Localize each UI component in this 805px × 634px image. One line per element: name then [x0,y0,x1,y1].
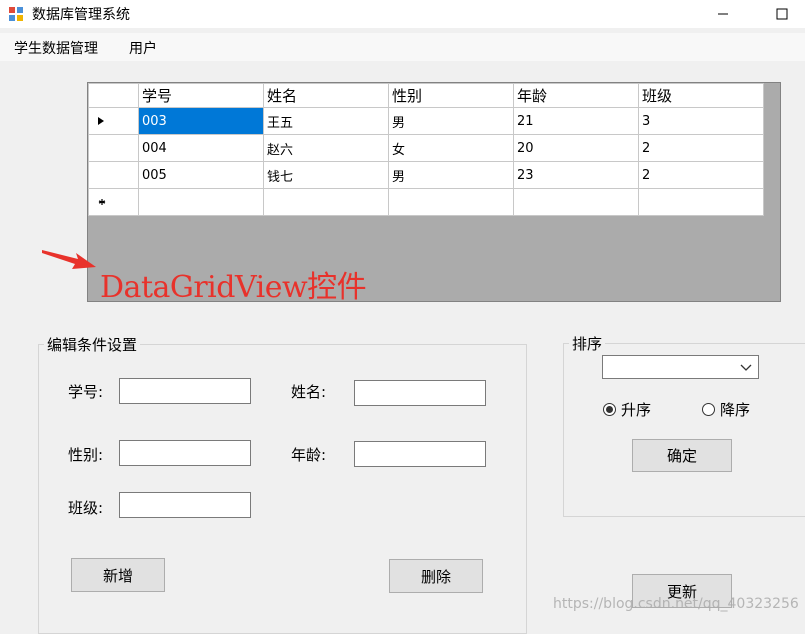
gender-label: 性别: [68,446,104,464]
corner-header [88,83,139,108]
watermark: https://blog.csdn.net/qq_40323256 [553,596,799,612]
title-bar: 数据库管理系统 [0,0,805,28]
sort-asc-label: 升序 [621,401,652,419]
confirm-sort-label: 确定 [666,447,697,465]
current-row-arrow-icon [98,117,104,125]
name-input[interactable] [354,380,486,406]
sort-field-select[interactable] [602,355,759,379]
table-row[interactable]: 004 赵六 女 20 2 [88,134,764,162]
table-cell[interactable]: 003 [138,107,264,135]
menu-student-data[interactable]: 学生数据管理 [14,38,98,58]
menu-bar: 学生数据管理 用户 [0,33,805,61]
column-header-id[interactable]: 学号 [138,83,264,108]
table-cell[interactable]: 3 [638,107,764,135]
minimize-icon [718,13,728,15]
row-header[interactable] [88,134,139,162]
row-header[interactable] [88,107,139,135]
table-cell[interactable]: 004 [138,134,264,162]
app-icon [9,7,23,21]
id-input[interactable] [119,378,251,404]
table-row[interactable]: 003 王五 男 21 3 [88,107,764,135]
class-input[interactable] [119,492,251,518]
table-cell[interactable] [388,188,514,216]
table-cell[interactable]: 男 [388,161,514,189]
column-header-name[interactable]: 姓名 [263,83,389,108]
table-cell[interactable]: 王五 [263,107,389,135]
maximize-button[interactable] [759,0,805,28]
sort-desc-radio[interactable]: 降序 [702,399,750,420]
table-cell[interactable] [638,188,764,216]
table-cell[interactable]: 钱七 [263,161,389,189]
table-row[interactable]: 005 钱七 男 23 2 [88,161,764,189]
new-row[interactable] [88,188,764,216]
window-title: 数据库管理系统 [32,7,130,23]
table-cell[interactable] [138,188,264,216]
table-cell[interactable]: 23 [513,161,639,189]
annotation-arrow-icon [42,250,96,269]
table-cell[interactable]: 20 [513,134,639,162]
row-header[interactable] [88,188,139,216]
row-header[interactable] [88,161,139,189]
annotation-label: DataGridView控件 [100,270,367,305]
table-cell[interactable]: 005 [138,161,264,189]
column-header-gender[interactable]: 性别 [388,83,514,108]
table-cell[interactable]: 2 [638,134,764,162]
new-row-asterisk-icon [98,199,106,205]
column-header-age[interactable]: 年龄 [513,83,639,108]
column-header-class[interactable]: 班级 [638,83,764,108]
sort-asc-radio[interactable]: 升序 [603,399,651,420]
chevron-down-icon [740,364,752,371]
name-label: 姓名: [291,383,327,401]
radio-checked-icon [603,403,616,416]
sort-desc-label: 降序 [720,401,751,419]
add-button[interactable]: 新增 [71,558,165,592]
id-label: 学号: [68,383,104,401]
table-cell[interactable]: 2 [638,161,764,189]
delete-button-label: 删除 [420,567,451,586]
table-cell[interactable] [263,188,389,216]
delete-button[interactable]: 删除 [389,559,483,593]
menu-user[interactable]: 用户 [129,38,157,58]
confirm-sort-button[interactable]: 确定 [632,439,732,472]
sort-group-title: 排序 [569,333,606,354]
minimize-button[interactable] [700,0,746,28]
table-cell[interactable]: 21 [513,107,639,135]
age-input[interactable] [354,441,486,467]
age-label: 年龄: [291,446,327,464]
gender-input[interactable] [119,440,251,466]
add-button-label: 新增 [102,566,133,585]
table-cell[interactable] [513,188,639,216]
table-cell[interactable]: 男 [388,107,514,135]
radio-unchecked-icon [702,403,715,416]
header-row: 学号 姓名 性别 年龄 班级 [88,83,764,108]
class-label: 班级: [68,499,104,517]
data-table: 学号 姓名 性别 年龄 班级 003 王五 男 21 3 004 赵六 女 20… [88,83,764,216]
table-cell[interactable]: 赵六 [263,134,389,162]
table-cell[interactable]: 女 [388,134,514,162]
maximize-icon [776,8,788,20]
edit-group-title: 编辑条件设置 [44,334,141,355]
